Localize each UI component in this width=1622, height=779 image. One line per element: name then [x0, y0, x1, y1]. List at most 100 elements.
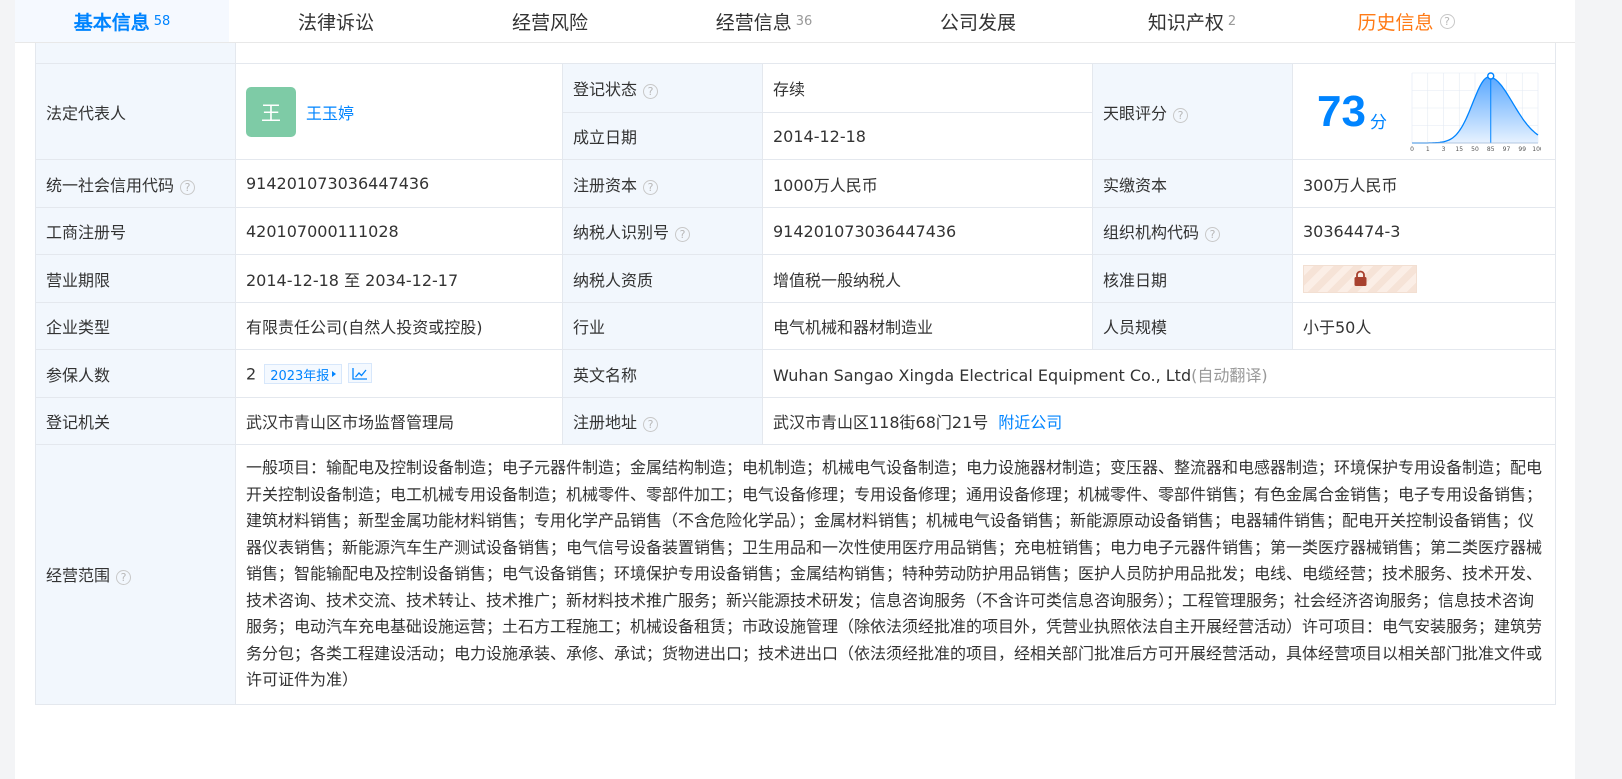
reg-address-label-cell: 注册地址?: [562, 397, 763, 445]
auto-translate-note: (自动翻译): [1191, 365, 1268, 385]
founded-label: 成立日期: [562, 112, 763, 160]
credit-code-label: 统一社会信用代码: [46, 175, 175, 195]
help-icon[interactable]: ?: [180, 179, 196, 195]
nearby-companies-link[interactable]: 附近公司: [998, 413, 1062, 432]
biz-reg-no-value: 420107000111028: [235, 207, 563, 255]
table-row: 工商注册号 420107000111028 纳税人识别号? 9142010730…: [35, 207, 1557, 255]
score-cell[interactable]: 73 分 0 1 3 15 50 85 97 99 100: [1291, 63, 1557, 160]
score-label-cell: 天眼评分?: [1092, 63, 1293, 160]
reg-status-value: 存续: [762, 63, 1093, 113]
basic-info-table: 法定代表人 王 王玉婷 登记状态? 存续 天眼评分? 73 分 0 1 3 15 50 8…: [35, 0, 1557, 705]
biz-scope-label-cell: 经营范围?: [35, 444, 236, 705]
reg-address-cell: 武汉市青山区118街68门21号 附近公司: [761, 397, 1557, 445]
biz-term-label: 营业期限: [35, 254, 236, 303]
help-icon[interactable]: ?: [1205, 227, 1221, 242]
tab-legal-litigation[interactable]: 法律诉讼: [229, 0, 443, 42]
tab-count: 58: [153, 13, 171, 29]
english-name-cell: Wuhan Sangao Xingda Electrical Equipment…: [761, 349, 1557, 398]
taxpayer-qual-label: 纳税人资质: [562, 254, 763, 303]
tab-basic-info[interactable]: 基本信息 58: [15, 0, 229, 42]
tab-bar: 基本信息 58 法律诉讼 经营风险 经营信息 36 公司发展 知识产权 2 历史信息?: [15, 0, 1575, 43]
score-unit: 分: [1369, 113, 1387, 133]
legal-rep-label: 法定代表人: [35, 63, 236, 160]
tab-business-risk[interactable]: 经营风险: [443, 0, 657, 42]
chart-tick-label: 99: [1518, 146, 1526, 153]
locked-value-button[interactable]: [1303, 264, 1417, 293]
legal-rep-cell: 王 王玉婷: [235, 63, 563, 160]
tab-label: 经营风险: [511, 11, 588, 34]
help-icon[interactable]: ?: [1173, 107, 1189, 123]
table-row: 经营范围? 一般项目：输配电及控制设备制造；电子元器件制造；金属结构制造；电机制…: [35, 444, 1557, 705]
avatar[interactable]: 王: [246, 86, 296, 137]
chart-tick-label: 0: [1410, 146, 1414, 153]
annual-report-badge[interactable]: 2023年报: [264, 364, 343, 384]
legal-rep-name-link[interactable]: 王玉婷: [306, 100, 354, 124]
tab-label: 法律诉讼: [297, 11, 374, 34]
help-icon[interactable]: ?: [643, 84, 659, 99]
tab-count: 36: [795, 13, 813, 29]
table-row: 法定代表人 王 王玉婷 登记状态? 存续 天眼评分? 73 分 0 1 3 15 50 8…: [35, 63, 1557, 160]
tab-company-development[interactable]: 公司发展: [871, 0, 1085, 42]
chart-tick-label: 100: [1532, 146, 1541, 153]
caret-right-icon: [332, 371, 337, 377]
table-row: 营业期限 2014-12-18 至 2034-12-17 纳税人资质 增值税一般…: [35, 254, 1557, 303]
reg-capital-value: 1000万人民币: [762, 159, 1093, 208]
biz-reg-no-label: 工商注册号: [35, 207, 236, 255]
tab-history-info[interactable]: 历史信息?: [1299, 0, 1513, 42]
help-icon[interactable]: ?: [675, 227, 691, 242]
english-name-value: Wuhan Sangao Xingda Electrical Equipment…: [773, 365, 1192, 385]
table-row: 登记机关 武汉市青山区市场监督管理局 注册地址? 武汉市青山区118街68门21…: [35, 397, 1557, 445]
staff-size-label: 人员规模: [1092, 302, 1293, 350]
taxpayer-qual-value: 增值税一般纳税人: [762, 254, 1093, 303]
company-type-label: 企业类型: [35, 302, 236, 350]
english-name-label: 英文名称: [562, 349, 763, 398]
help-icon[interactable]: ?: [643, 417, 659, 432]
company-type-value: 有限责任公司(自然人投资或控股): [235, 302, 563, 350]
org-code-value: 30364474-3: [1291, 207, 1557, 255]
taxpayer-id-label-cell: 纳税人识别号?: [562, 207, 763, 255]
tab-label: 经营信息: [715, 11, 792, 34]
org-code-label: 组织机构代码: [1103, 223, 1200, 242]
reg-capital-label: 注册资本: [573, 175, 638, 195]
chart-tick-label: 3: [1442, 146, 1446, 153]
help-icon[interactable]: ?: [116, 570, 132, 586]
annual-report-label: 2023年报: [270, 368, 330, 384]
founded-value: 2014-12-18: [762, 112, 1093, 160]
tab-count: 2: [1227, 13, 1237, 29]
trend-chart-button[interactable]: [348, 363, 373, 383]
insured-label: 参保人数: [35, 349, 236, 398]
chart-tick-label: 1: [1426, 146, 1430, 153]
approval-date-label: 核准日期: [1092, 254, 1293, 303]
reg-status-label-cell: 登记状态?: [562, 63, 763, 113]
reg-capital-label-cell: 注册资本?: [562, 159, 763, 208]
score-distribution-chart: 0 1 3 15 50 85 97 99 100: [1410, 71, 1541, 153]
chart-tick-label: 97: [1503, 146, 1511, 153]
paid-capital-value: 300万人民币: [1291, 159, 1557, 208]
reg-authority-value: 武汉市青山区市场监督管理局: [235, 397, 563, 445]
tab-intellectual-property[interactable]: 知识产权 2: [1085, 0, 1299, 42]
score-value: 73: [1317, 86, 1366, 136]
reg-address-value: 武汉市青山区118街68门21号: [773, 413, 989, 432]
paid-capital-label: 实缴资本: [1092, 159, 1293, 208]
reg-authority-label: 登记机关: [35, 397, 236, 445]
table-row: 参保人数 2 2023年报 英文名称 Wuhan Sangao Xingda El…: [35, 349, 1557, 398]
taxpayer-id-label: 纳税人识别号: [573, 223, 670, 242]
industry-label: 行业: [562, 302, 763, 350]
lock-icon: [1354, 270, 1366, 286]
tab-label: 历史信息: [1357, 11, 1434, 34]
help-icon[interactable]: ?: [643, 179, 659, 195]
tab-label: 基本信息: [73, 11, 150, 34]
tab-business-info[interactable]: 经营信息 36: [657, 0, 871, 42]
reg-address-label: 注册地址: [573, 413, 638, 432]
credit-code-value: 914201073036447436: [235, 159, 563, 208]
biz-term-value: 2014-12-18 至 2034-12-17: [235, 254, 563, 303]
approval-date-cell: [1291, 254, 1557, 303]
tab-label: 知识产权: [1147, 11, 1224, 34]
trend-chart-icon: [352, 367, 368, 380]
tab-label: 公司发展: [939, 11, 1016, 34]
help-icon[interactable]: ?: [1439, 13, 1455, 29]
industry-value: 电气机械和器材制造业: [762, 302, 1093, 350]
chart-tick-label: 85: [1487, 146, 1495, 153]
chart-tick-label: 50: [1471, 146, 1479, 153]
table-row: 企业类型 有限责任公司(自然人投资或控股) 行业 电气机械和器材制造业 人员规模…: [35, 302, 1557, 350]
